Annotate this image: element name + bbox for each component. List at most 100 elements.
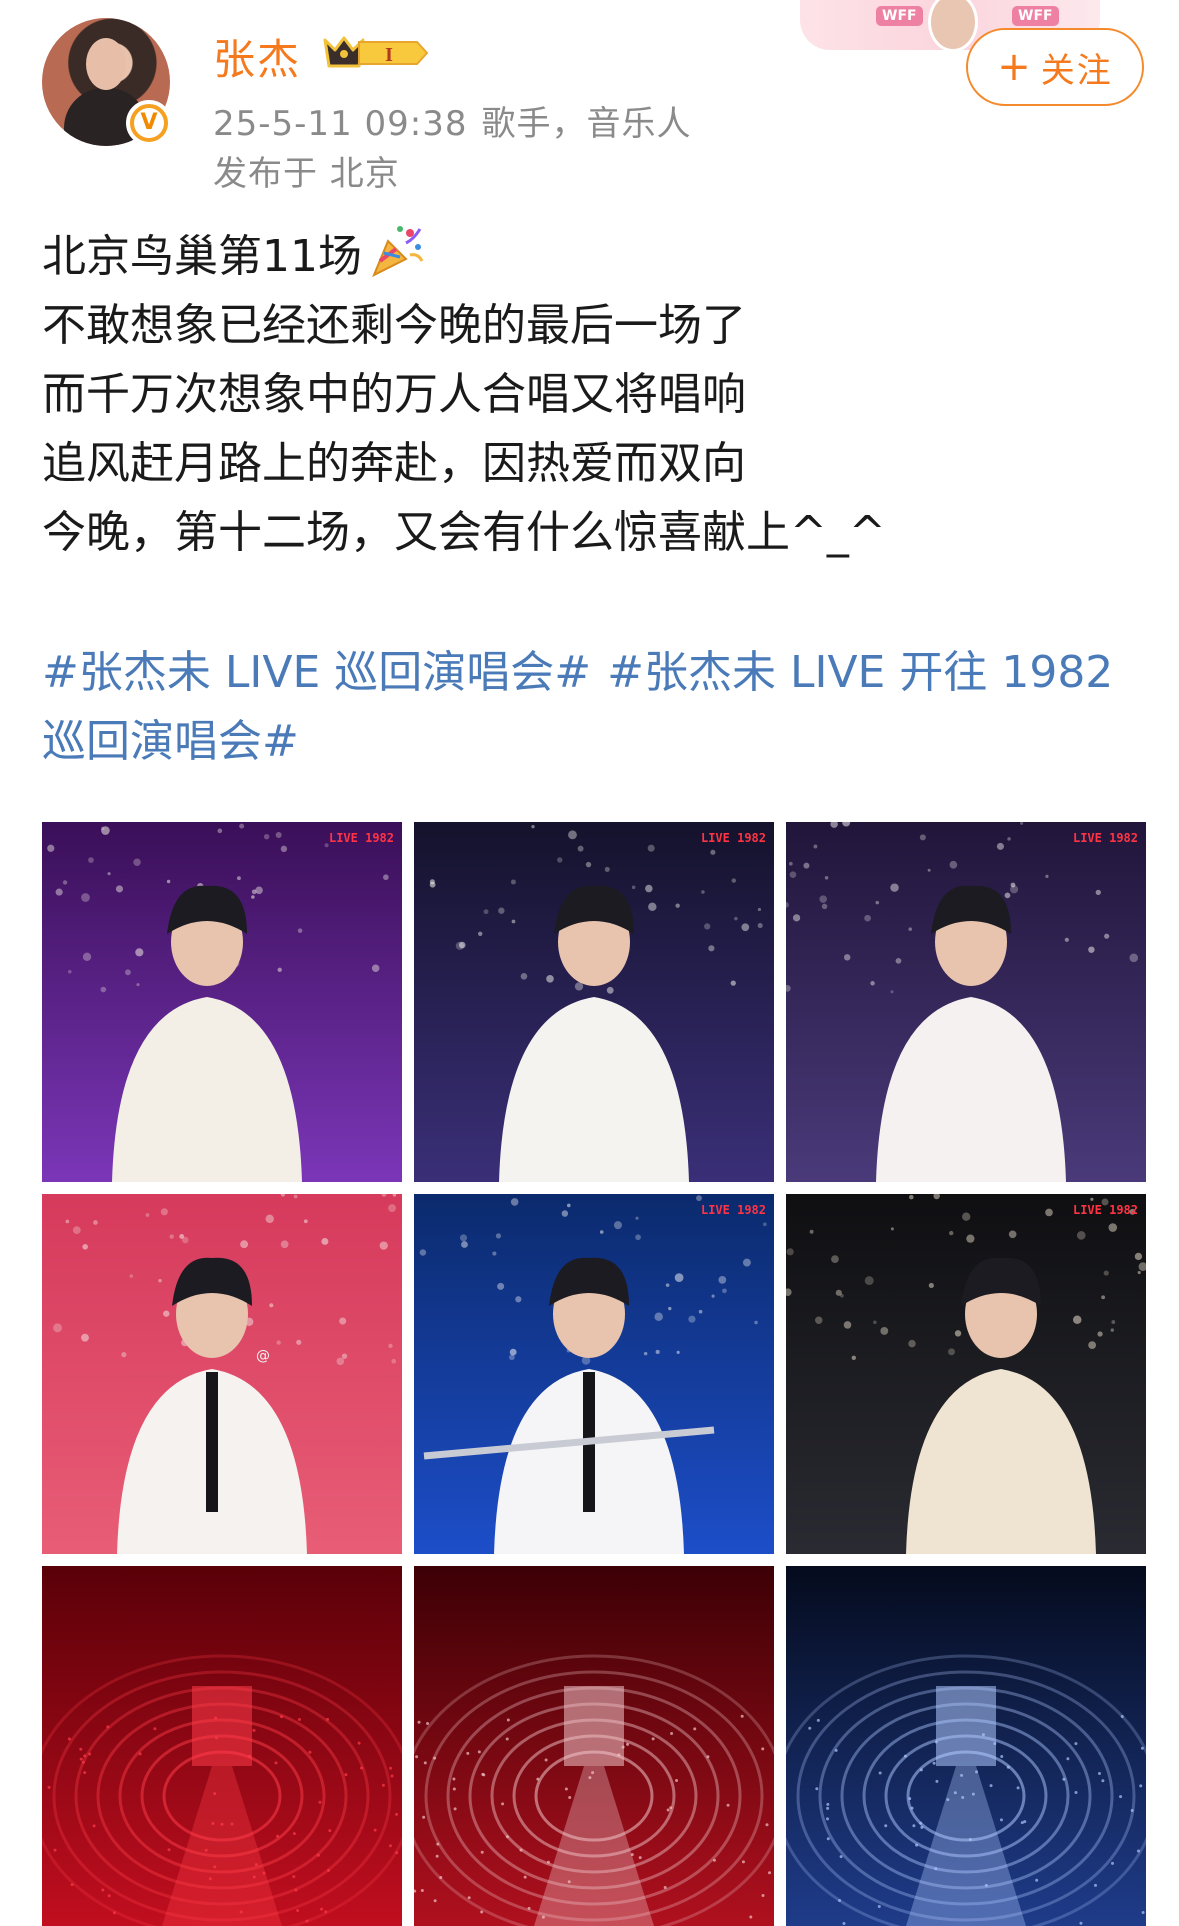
crowd-light [567,1880,571,1884]
stage-light [495,1233,502,1239]
crowd-light [466,1751,470,1755]
stage-light [895,957,902,964]
crowd-light [252,1728,256,1732]
crowd-light [527,1906,531,1910]
crowd-light [1097,1772,1101,1776]
author-name[interactable]: 张杰 [213,26,301,87]
crowd-light [626,1742,630,1746]
stage-light [1110,1328,1114,1332]
photo-9[interactable] [786,1566,1146,1926]
concert-photo [42,1194,402,1554]
stage-light [674,1273,684,1282]
post-line: 而千万次想象中的万人合唱又将唱响 [42,369,746,420]
stage-light [711,1294,715,1298]
stage-light [546,975,554,983]
stage-light [255,886,263,895]
stage-light [1010,885,1019,894]
post-meta: 25-5-11 09:38 歌手，音乐人 [213,96,692,145]
post-line: 不敢想象已经还剩今晚的最后一场了 [42,300,746,351]
promo-face-shape [928,0,978,52]
stage-light [635,1216,639,1220]
stage-light [645,884,653,893]
hashtag-link[interactable]: 巡回演唱会# [42,716,299,767]
crowd-light [981,1733,985,1737]
hashtag-link[interactable]: #张杰未 LIVE 开往 1982 [607,647,1113,698]
stage-light [379,1241,388,1250]
concert-photo [42,822,402,1182]
photo-2[interactable]: LIVE 1982 [414,822,774,1182]
stage-light [655,1349,660,1355]
crowd-light [1101,1779,1105,1783]
stage-light [643,1351,648,1356]
crowd-light [248,1754,252,1758]
crowd-light [101,1888,105,1892]
crowd-light [477,1750,481,1754]
stage-light [520,973,528,980]
stage-screen [936,1686,996,1766]
stage-light [843,954,851,961]
crowd-light [761,1747,765,1751]
crowd-light [423,1761,427,1765]
crowd-light [765,1823,769,1827]
stage-light [789,871,797,879]
crowd-light [915,1843,919,1847]
hashtag-link[interactable]: #张杰未 LIVE 巡回演唱会# [42,647,591,698]
crowd-light [327,1868,331,1872]
crowd-light [480,1910,484,1914]
photo-3[interactable]: LIVE 1982 [786,822,1146,1182]
tour-brand-mark: LIVE 1982 [700,831,766,845]
stage-light [478,931,483,936]
post-body: 北京鸟巢第11场 不敢想象已经还剩今晚的最后一场了 而千万次想象中的万人合唱又将… [42,222,1152,567]
stage-light [1137,1270,1141,1275]
stage-light [511,919,516,924]
crowd-light [1130,1808,1134,1812]
stage-light [72,1226,81,1234]
stage-light [996,842,1004,850]
crowd-light [452,1777,456,1781]
photo-8[interactable] [414,1566,774,1926]
crowd-light [816,1718,820,1722]
stage-light [840,1293,844,1298]
crowd-light [305,1919,309,1923]
crowd-light [651,1737,655,1741]
stage-light [240,1240,249,1249]
crowd-light [390,1774,394,1778]
stage-light [133,858,141,866]
stage-light [613,1221,622,1230]
crowd-light [107,1894,111,1898]
photo-5[interactable]: LIVE 1982 [414,1194,774,1554]
stage-light [851,1355,857,1360]
stage-light [296,1339,302,1345]
stage-light [1101,1295,1106,1300]
follow-button[interactable]: + 关注 [966,28,1144,106]
stage-light [336,1357,345,1366]
stage-light [81,893,90,902]
photo-6[interactable]: LIVE 1982 [786,1194,1146,1554]
stage-light [786,1248,794,1256]
photo-1[interactable]: LIVE 1982 [42,822,402,1182]
stage-light [908,927,912,931]
stage-light [388,1204,397,1213]
crowd-light [749,1915,753,1919]
crowd-light [252,1875,256,1879]
photo-4[interactable] [42,1194,402,1554]
stage-light [928,1282,934,1289]
crowd-light [971,1792,975,1796]
stage-light [1004,892,1011,899]
crowd-light [877,1904,881,1908]
stage-light [734,916,738,921]
stage-light [585,861,592,868]
crowd-light [373,1828,377,1832]
stage-light [909,1194,914,1200]
crowd-light [712,1858,716,1862]
stage-light [890,1227,894,1231]
photo-7[interactable] [42,1566,402,1926]
stage-light [704,923,711,930]
crowd-light [839,1855,843,1859]
stage-light [321,1237,329,1245]
stage-light [145,1213,150,1217]
avatar-face-shape [86,38,126,90]
crowd-light [842,1922,846,1926]
stage-light [82,952,92,962]
post-line: 今晚，第十二场，又会有什么惊喜献上^_^ [42,507,886,558]
